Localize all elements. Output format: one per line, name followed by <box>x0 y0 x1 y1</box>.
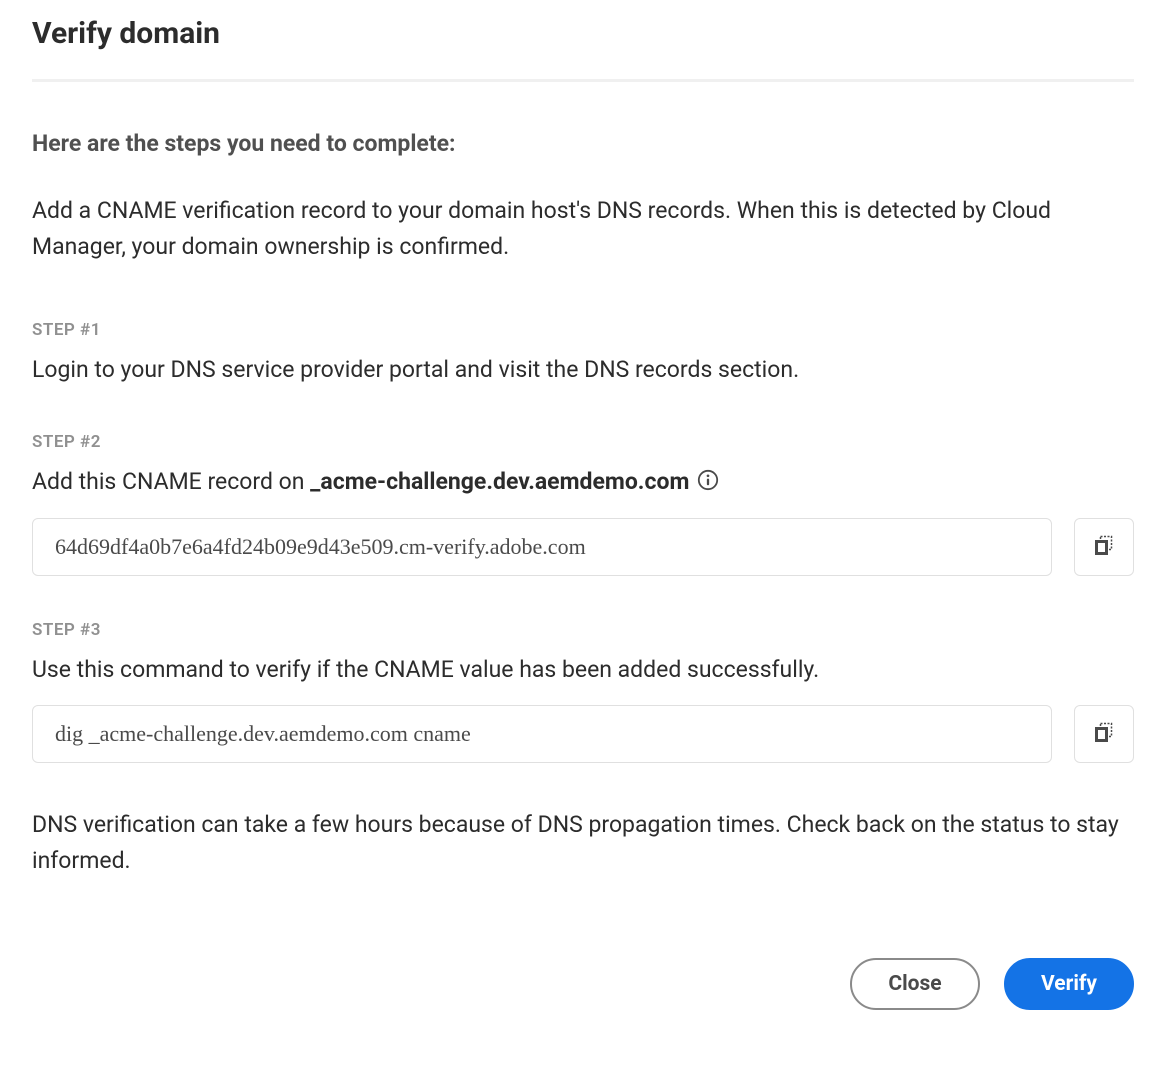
step2-text: Add this CNAME record on _acme-challenge… <box>32 464 1134 500</box>
step3-label: STEP #3 <box>32 620 1134 640</box>
steps-subheading: Here are the steps you need to complete: <box>32 130 1134 157</box>
divider <box>32 79 1134 82</box>
step2-domain: _acme-challenge.dev.aemdemo.com <box>310 468 689 495</box>
cname-record-field[interactable]: 64d69df4a0b7e6a4fd24b09e9d43e509.cm-veri… <box>32 518 1052 576</box>
step3-field-row: dig _acme-challenge.dev.aemdemo.com cnam… <box>32 705 1134 763</box>
step1-text: Login to your DNS service provider porta… <box>32 352 1134 388</box>
step2-field-row: 64d69df4a0b7e6a4fd24b09e9d43e509.cm-veri… <box>32 518 1134 576</box>
verify-domain-dialog: Verify domain Here are the steps you nee… <box>0 0 1166 1042</box>
button-row: Close Verify <box>32 958 1134 1010</box>
close-button[interactable]: Close <box>850 958 980 1010</box>
copy-icon <box>1093 534 1115 560</box>
footer-note: DNS verification can take a few hours be… <box>32 807 1134 878</box>
step2-label: STEP #2 <box>32 432 1134 452</box>
verify-button[interactable]: Verify <box>1004 958 1134 1010</box>
copy-icon <box>1093 721 1115 747</box>
intro-text: Add a CNAME verification record to your … <box>32 193 1134 264</box>
dig-command-field[interactable]: dig _acme-challenge.dev.aemdemo.com cnam… <box>32 705 1052 763</box>
copy-cname-button[interactable] <box>1074 518 1134 576</box>
copy-command-button[interactable] <box>1074 705 1134 763</box>
step1-label: STEP #1 <box>32 320 1134 340</box>
step3-text: Use this command to verify if the CNAME … <box>32 652 1134 688</box>
dialog-title: Verify domain <box>32 16 1134 51</box>
step2-text-prefix: Add this CNAME record on <box>32 468 310 495</box>
info-icon[interactable] <box>697 469 719 491</box>
